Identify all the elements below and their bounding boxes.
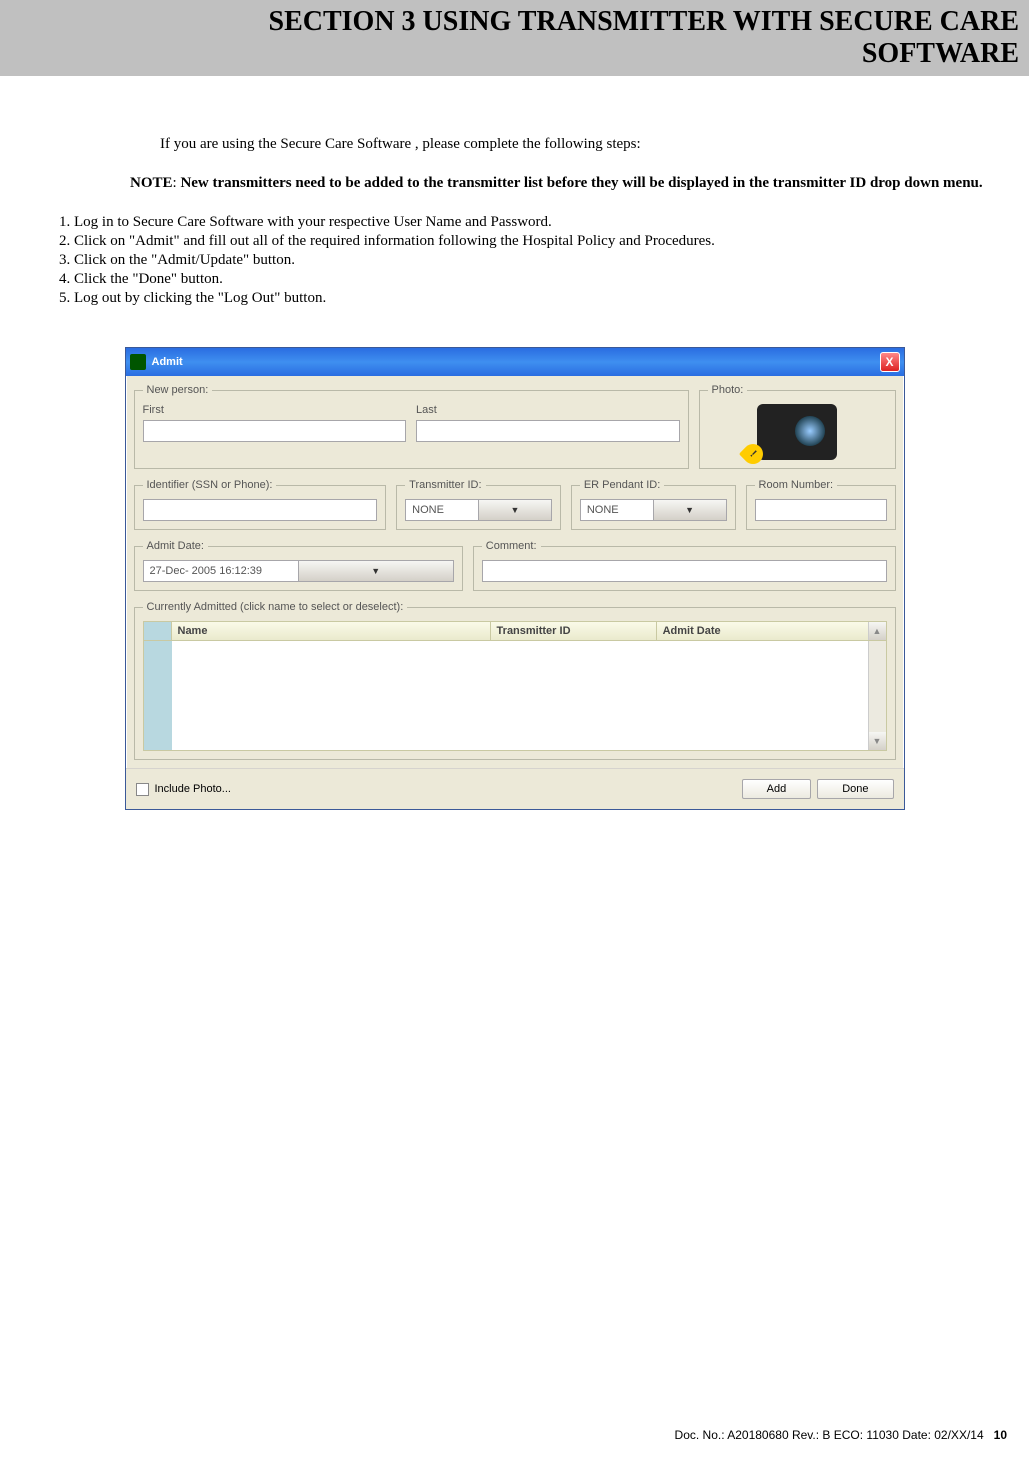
include-photo-checkbox[interactable] (136, 783, 149, 796)
bottom-bar: Include Photo... Add Done (126, 768, 904, 809)
page-footer: Doc. No.: A20180680 Rev.: B ECO: 11030 D… (0, 1428, 1029, 1442)
room-group: Room Number: (746, 479, 896, 530)
steps-list: Log in to Secure Care Software with your… (50, 214, 1009, 307)
comment-legend: Comment: (482, 540, 541, 552)
chevron-down-icon[interactable]: ▼ (653, 500, 726, 520)
grid-header-select (144, 622, 172, 640)
close-icon[interactable]: X (880, 352, 900, 372)
grid-select-col (144, 641, 172, 750)
transmitter-legend: Transmitter ID: (405, 479, 485, 491)
note-label: NOTE (130, 175, 173, 191)
grid-headers: Name Transmitter ID Admit Date ▲ (143, 621, 887, 641)
camera-icon (757, 404, 837, 460)
add-button[interactable]: Add (742, 779, 812, 799)
first-label: First (143, 404, 407, 416)
admit-date-legend: Admit Date: (143, 540, 208, 552)
transmitter-select[interactable]: NONE ▼ (405, 499, 552, 521)
currently-legend: Currently Admitted (click name to select… (143, 601, 408, 613)
step-2: Click on "Admit" and fill out all of the… (74, 233, 1009, 250)
identifier-input[interactable] (143, 499, 378, 521)
chevron-down-icon[interactable]: ▼ (298, 561, 453, 581)
grid-header-name[interactable]: Name (172, 622, 491, 640)
transmitter-value: NONE (406, 504, 478, 516)
admit-date-value: 27-Dec- 2005 16:12:39 (144, 565, 298, 577)
identifier-legend: Identifier (SSN or Phone): (143, 479, 277, 491)
photo-legend: Photo: (708, 384, 748, 396)
identifier-group: Identifier (SSN or Phone): (134, 479, 387, 530)
section-header: SECTION 3 USING TRANSMITTER WITH SECURE … (0, 0, 1029, 76)
section-title-1: SECTION 3 USING TRANSMITTER WITH SECURE … (269, 6, 1019, 37)
section-title-2: SOFTWARE (862, 38, 1019, 69)
currently-admitted-group: Currently Admitted (click name to select… (134, 601, 896, 760)
er-value: NONE (581, 504, 653, 516)
grid-header-tid[interactable]: Transmitter ID (491, 622, 657, 640)
comment-input[interactable] (482, 560, 887, 582)
last-label: Last (416, 404, 680, 416)
scrollbar[interactable]: ▼ (868, 641, 886, 750)
scroll-up-icon[interactable]: ▲ (869, 622, 886, 640)
step-1: Log in to Secure Care Software with your… (74, 214, 1009, 231)
done-button[interactable]: Done (817, 779, 893, 799)
page-content: If you are using the Secure Care Softwar… (0, 76, 1029, 850)
step-4: Click the "Done" button. (74, 271, 1009, 288)
er-pendant-group: ER Pendant ID: NONE ▼ (571, 479, 736, 530)
grid-body: ▼ (143, 641, 887, 751)
note-paragraph: NOTE: New transmitters need to be added … (130, 175, 1009, 192)
intro-text: If you are using the Secure Care Softwar… (160, 136, 1009, 153)
comment-group: Comment: (473, 540, 896, 591)
step-3: Click on the "Admit/Update" button. (74, 252, 1009, 269)
window-title: Admit (152, 356, 880, 368)
er-select[interactable]: NONE ▼ (580, 499, 727, 521)
note-body: New transmitters need to be added to the… (180, 175, 982, 191)
first-input[interactable] (143, 420, 407, 442)
new-person-legend: New person: (143, 384, 213, 396)
page-number: 10 (994, 1428, 1007, 1442)
room-legend: Room Number: (755, 479, 838, 491)
er-legend: ER Pendant ID: (580, 479, 664, 491)
room-input[interactable] (755, 499, 887, 521)
chevron-down-icon[interactable]: ▼ (478, 500, 551, 520)
transmitter-group: Transmitter ID: NONE ▼ (396, 479, 561, 530)
scroll-down-icon[interactable]: ▼ (869, 732, 886, 750)
admit-window: Admit X New person: First Last (125, 347, 905, 810)
window-body: New person: First Last (126, 376, 904, 768)
app-icon (130, 354, 146, 370)
admit-date-select[interactable]: 27-Dec- 2005 16:12:39 ▼ (143, 560, 454, 582)
admit-date-group: Admit Date: 27-Dec- 2005 16:12:39 ▼ (134, 540, 463, 591)
step-5: Log out by clicking the "Log Out" button… (74, 290, 1009, 307)
last-input[interactable] (416, 420, 680, 442)
grid-empty-area (172, 641, 868, 750)
titlebar: Admit X (126, 348, 904, 376)
include-photo-label: Include Photo... (155, 783, 231, 795)
photo-group: Photo: (699, 384, 896, 469)
footer-doc: Doc. No.: A20180680 Rev.: B ECO: 11030 D… (675, 1428, 984, 1442)
new-person-group: New person: First Last (134, 384, 689, 469)
grid-header-date[interactable]: Admit Date (657, 622, 868, 640)
